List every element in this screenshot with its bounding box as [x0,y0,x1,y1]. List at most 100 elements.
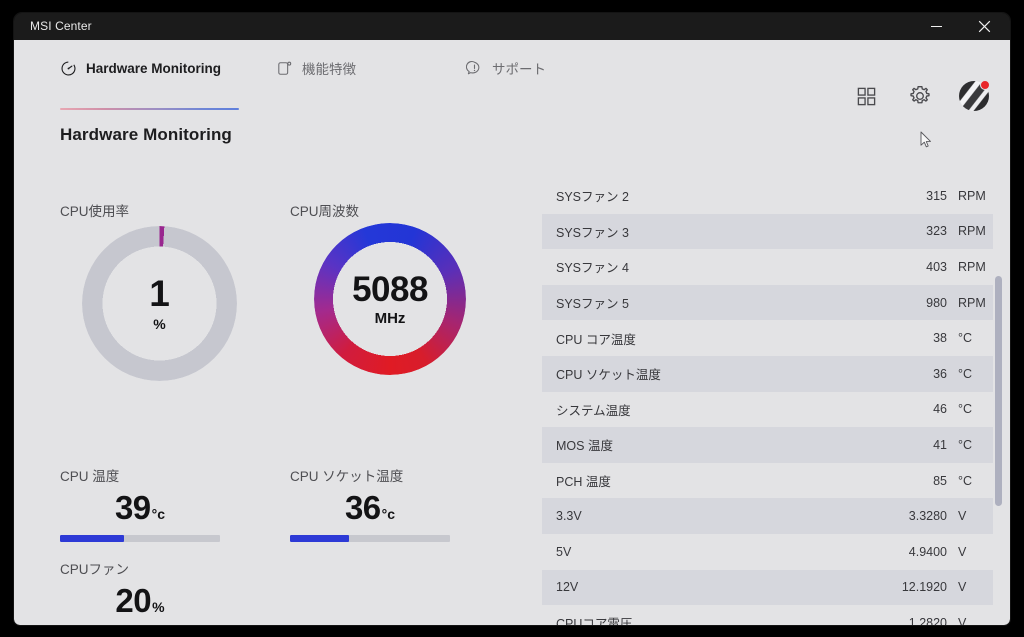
sensor-unit: RPM [958,259,986,274]
tab-support[interactable]: サポート [466,56,546,80]
sensor-reading: 36 °C [887,367,981,381]
sensor-value: 46 [933,402,947,417]
sensor-value: 315 [926,188,947,203]
metric-cpu-fan-label: CPUファン [60,562,130,577]
sensor-value: 403 [926,259,947,274]
gauge-icon [61,60,76,76]
sensor-row: 12V 12.1920 V [542,569,993,606]
minimize-button[interactable] [914,13,959,40]
avatar [959,80,990,111]
sensor-name: SYSファン 2 [556,190,629,205]
close-button[interactable] [962,13,1007,40]
sensor-unit: V [958,580,967,595]
top-navigation: Hardware Monitoring 機能特徴 サポート [14,40,1010,111]
tab-features-label: 機能特徴 [302,62,356,77]
metric-cpu-temperature-label: CPU 温度 [60,469,120,484]
sensor-value: 41 [933,437,947,452]
msi-center-window: MSI Center Hardware Monitoring 機能特徴 サポート… [14,13,1010,625]
sensor-name: 3.3V [556,509,582,524]
tab-hardware-monitoring[interactable]: Hardware Monitoring [60,56,221,80]
sensor-row: CPUコア電圧 1.2820 V [542,605,993,625]
apps-grid-button[interactable] [854,84,878,108]
sensor-value: 3.3280 [908,509,947,524]
metric-cpu-temperature-bar-fill [60,535,124,542]
nav-action-icons [854,80,990,111]
active-tab-underline [60,108,239,110]
sensor-value: 85 [933,473,947,488]
sensor-unit: RPM [958,224,986,239]
sensor-value: 12.1920 [901,580,947,595]
page-title: Hardware Monitoring [60,125,232,144]
sensor-row: SYSファン 5 980 RPM [542,284,993,321]
sensor-name: MOS 温度 [556,439,613,454]
sensor-reading: 323 RPM [887,224,986,239]
metric-cpu-temperature-unit: °c [151,506,166,522]
metric-cpu-fan: CPUファン 20% [60,558,220,625]
metric-cpu-socket-temperature-readout: 36°c [290,489,450,527]
sensor-reading: 41 °C [887,438,981,452]
cpu-frequency-label: CPU周波数 [290,204,360,219]
minimize-icon [931,26,942,27]
sensor-list-scrollbar[interactable] [995,178,1002,625]
cpu-usage-readout: 1 % [82,226,237,381]
sensor-reading: 980 RPM [887,295,986,310]
sensor-row: PCH 温度 85 °C [542,463,993,499]
sensor-reading: 3.3280 V [887,509,981,523]
apps-grid-icon [857,87,875,105]
sensor-unit: V [958,615,967,625]
sensor-value: 36 [933,366,947,381]
cpu-frequency-unit: MHz [374,309,406,327]
sensor-name: CPU コア温度 [556,332,636,347]
gauges-pane: CPU使用率 1 % CPU周波数 5088 MHz CPU 温度 39°c C… [14,158,538,625]
sensor-row: SYSファン 4 403 RPM [542,249,993,285]
sensor-name: 5V [556,544,572,559]
sensor-unit: V [958,509,967,524]
sensor-value: 980 [926,295,947,310]
sensor-reading: 403 RPM [887,259,986,274]
metric-cpu-temperature-readout: 39°c [60,489,220,527]
cpu-usage-unit: % [153,316,166,332]
window-titlebar[interactable]: MSI Center [14,13,1010,40]
metric-cpu-socket-temperature-value: 36 [344,489,381,526]
sensor-reading: 46 °C [887,402,981,416]
app-body: Hardware Monitoring 機能特徴 サポート Hardware M… [14,40,1010,625]
sensor-name: システム温度 [556,403,631,418]
metric-cpu-socket-temperature-label: CPU ソケット温度 [290,469,404,484]
metric-cpu-socket-temperature-bar [290,535,450,542]
sensor-row: 5V 4.9400 V [542,534,993,570]
sensor-list[interactable]: SYSファン 2 315 RPM SYSファン 3 323 RPM SYSファン 4 403 R… [542,178,993,625]
sensor-row: SYSファン 3 323 RPM [542,213,993,250]
sensor-reading: 85 °C [887,474,981,488]
sensor-unit: °C [958,402,973,417]
close-icon [978,20,991,33]
sensor-row: 3.3V 3.3280 V [542,498,993,534]
tab-features[interactable]: 機能特徴 [276,56,356,80]
sensor-row: SYSファン 2 315 RPM [542,178,993,214]
sensor-name: SYSファン 4 [556,261,629,276]
settings-button[interactable] [908,84,932,108]
sensor-reading: 38 °C [887,331,981,345]
account-button[interactable] [959,80,990,111]
metric-cpu-temperature: CPU 温度 39°c [60,465,220,542]
sensor-row: CPU ソケット温度 36 °C [542,355,993,392]
cpu-usage-value: 1 [149,273,170,314]
sensor-reading: 315 RPM [887,188,986,203]
sensor-row: CPU コア温度 38 °C [542,320,993,356]
sensor-reading: 12.1920 V [887,580,981,594]
sensor-unit: RPM [958,295,986,310]
window-title: MSI Center [30,19,92,33]
sensor-value: 1.2820 [908,615,947,625]
metric-cpu-temperature-value: 39 [114,489,151,526]
sensor-row: システム温度 46 °C [542,392,993,428]
metric-cpu-fan-unit: % [152,599,165,615]
cpu-frequency-value: 5088 [352,269,428,309]
sensor-row: MOS 温度 41 °C [542,427,993,463]
sensor-list-scrollbar-thumb[interactable] [995,276,1002,506]
notification-badge [980,80,990,90]
metric-cpu-fan-value: 20 [115,582,152,619]
settings-gear-icon [910,86,930,104]
sensor-name: CPU ソケット温度 [556,368,661,383]
sensor-unit: °C [958,331,973,346]
sensor-reading: 1.2820 V [887,616,981,625]
sensor-value: 4.9400 [908,544,947,559]
